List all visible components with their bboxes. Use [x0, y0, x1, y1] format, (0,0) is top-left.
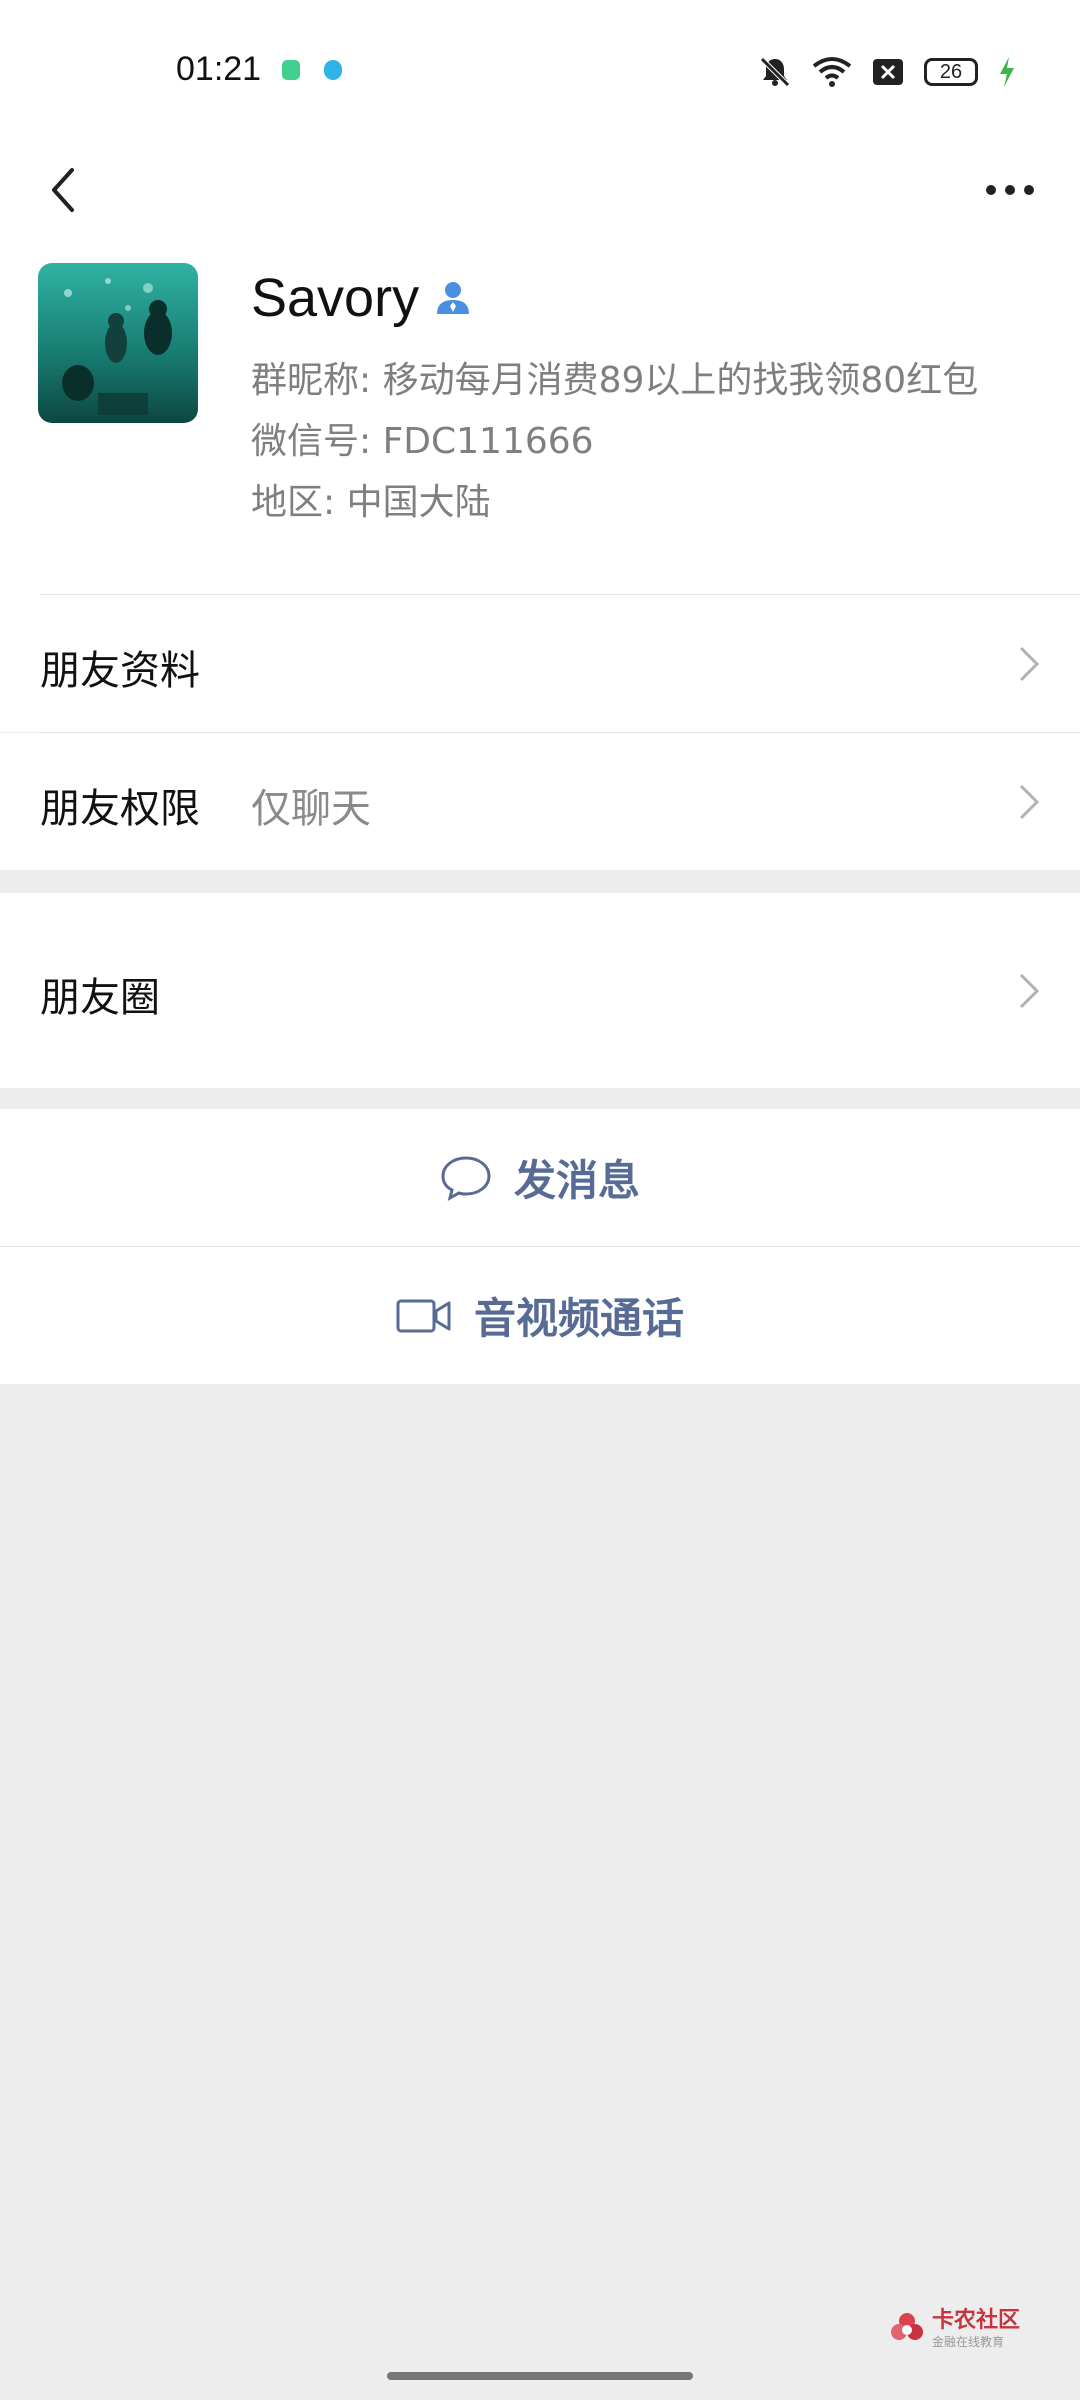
wechat-id: 微信号: FDC111666	[251, 421, 594, 462]
battery-level: 26	[939, 60, 963, 83]
battery-icon: 26	[924, 58, 978, 86]
notification-app-icon	[324, 60, 342, 80]
home-indicator[interactable]	[387, 2372, 693, 2380]
chat-bubble-icon	[441, 1155, 491, 1201]
person-badge-icon	[437, 282, 470, 314]
status-icons: 26	[758, 52, 1016, 92]
chevron-left-icon	[52, 168, 74, 212]
av-call-label: 音视频通话	[473, 1294, 684, 1343]
mute-bell-icon	[760, 57, 790, 87]
top-nav-bar	[0, 140, 1080, 255]
screen: 01:21 26 Savory 群昵称: 移动每月消费89以上的找我领80红包 …	[0, 0, 1080, 2400]
contact-name: Savory	[251, 268, 420, 328]
name-row: Savory	[251, 267, 473, 329]
region: 地区: 中国大陆	[251, 482, 491, 523]
charging-icon	[1000, 57, 1014, 87]
friend-info-row[interactable]: 朋友资料	[0, 595, 1080, 732]
flower-logo-icon	[890, 2313, 923, 2341]
sim-off-icon	[873, 59, 903, 85]
avatar[interactable]	[38, 263, 198, 423]
notification-app-icon	[282, 60, 300, 80]
chevron-right-icon	[1019, 646, 1040, 682]
status-time: 01:21	[176, 50, 262, 88]
video-camera-icon	[396, 1299, 451, 1332]
send-message-button[interactable]: 发消息	[0, 1109, 1080, 1246]
profile-card: Savory 群昵称: 移动每月消费89以上的找我领80红包 微信号: FDC1…	[0, 255, 1080, 595]
group-nickname: 群昵称: 移动每月消费89以上的找我领80红包	[251, 360, 979, 401]
chevron-right-icon	[1019, 973, 1040, 1009]
more-dots-icon	[986, 185, 1034, 195]
watermark-text: 卡农社区 金融在线教育	[931, 2307, 1020, 2350]
chevron-right-icon	[1019, 784, 1040, 820]
watermark-logo: 卡农社区 金融在线教育	[890, 2307, 1020, 2350]
friend-permission-value: 仅聊天	[251, 786, 371, 832]
back-button[interactable]	[28, 140, 98, 240]
watermark-brand: 卡农社区	[931, 2307, 1020, 2333]
moments-label: 朋友圈	[40, 975, 160, 1021]
friend-permission-label: 朋友权限	[40, 786, 200, 832]
friend-permission-row[interactable]: 朋友权限 仅聊天	[0, 733, 1080, 870]
av-call-button[interactable]: 音视频通话	[0, 1247, 1080, 1384]
more-button[interactable]	[970, 140, 1050, 240]
friend-info-label: 朋友资料	[40, 648, 200, 694]
status-bar: 01:21 26	[0, 0, 1080, 140]
watermark-sub: 金融在线教育	[931, 2335, 1004, 2349]
wifi-icon	[812, 57, 852, 87]
send-message-label: 发消息	[513, 1156, 640, 1205]
moments-row[interactable]: 朋友圈	[0, 893, 1080, 1088]
